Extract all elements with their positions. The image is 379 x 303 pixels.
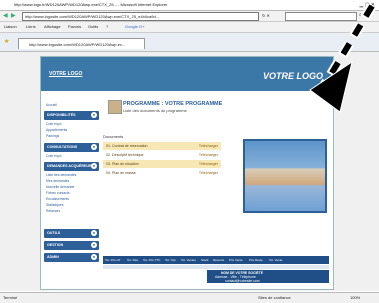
expand-icon: ● bbox=[91, 230, 97, 236]
expand-icon: ● bbox=[91, 242, 97, 248]
logo-large: VOTRE LOGO bbox=[262, 71, 323, 81]
menu-file[interactable]: Liaison bbox=[4, 24, 17, 29]
nav-group-disponibilites[interactable]: DISPONIBILITÉS ● bbox=[44, 111, 99, 120]
contact-block: NOM DE VOTRE SOCIÉTÉ Adresse - Ville - T… bbox=[207, 270, 329, 283]
menu-links[interactable]: Liens bbox=[26, 24, 36, 29]
nav-item[interactable]: Fiches contacts bbox=[46, 191, 70, 195]
status-text: Terminé bbox=[3, 295, 18, 300]
status-bar: Terminé Sites de confiance 100% bbox=[0, 292, 379, 303]
nav-group-gestion[interactable]: GESTION ● bbox=[44, 241, 99, 250]
page-title: PROGRAMME : VOTRE PROGRAMME bbox=[123, 101, 223, 107]
search-icon[interactable]: ⌕ bbox=[359, 12, 362, 18]
nav-item[interactable]: Nouvelle demande bbox=[46, 185, 74, 189]
window-title: http://www.logo.fr/WD120AWP/WD120Awp.exe… bbox=[14, 2, 168, 7]
forward-icon[interactable]: ▶ bbox=[11, 12, 16, 19]
nav-item[interactable]: Encaissements bbox=[46, 197, 69, 201]
nav-group-outils[interactable]: OUTILS ● bbox=[44, 229, 99, 238]
trusted-sites: Sites de confiance bbox=[258, 295, 291, 300]
page-viewport: VOTRE LOGO VOTRE LOGO Accueil DISPONIBIL… bbox=[0, 52, 379, 291]
favorites-star-icon[interactable]: ★ bbox=[4, 38, 9, 45]
tab-active[interactable]: http://www.logosite.com/WD120AWP/WD120Aw… bbox=[18, 38, 145, 49]
zoom-level[interactable]: 100% bbox=[350, 295, 360, 300]
url-input[interactable]: http://www.logosite.com/WD120AWP/WD120Aw… bbox=[22, 12, 259, 21]
nav-item[interactable]: Mes demandes bbox=[46, 179, 69, 183]
google-toolbar[interactable]: Google G+ bbox=[125, 24, 144, 29]
menu-tools[interactable]: Outils bbox=[88, 24, 98, 29]
left-navigation: Accueil DISPONIBILITÉS ● Cote expo Appart… bbox=[41, 99, 99, 279]
main-content: PROGRAMME : VOTRE PROGRAMME Liste des do… bbox=[103, 99, 328, 249]
program-photo bbox=[243, 139, 327, 213]
download-link[interactable]: Télécharger bbox=[199, 153, 218, 157]
download-link[interactable]: Télécharger bbox=[199, 171, 218, 175]
nav-group-consultations[interactable]: CONSULTATIONS ● bbox=[44, 143, 99, 152]
expand-icon: ● bbox=[91, 112, 97, 118]
search-input[interactable] bbox=[285, 12, 357, 21]
address-bar: ◀ ▶ http://www.logosite.com/WD120AWP/WD1… bbox=[0, 11, 379, 22]
contact-email[interactable]: contact@votresite.com bbox=[225, 279, 260, 283]
nav-item[interactable]: Relances bbox=[46, 209, 60, 213]
back-icon[interactable]: ◀ bbox=[3, 12, 8, 19]
nav-item[interactable]: Liste des demandes bbox=[46, 173, 76, 177]
logo-small[interactable]: VOTRE LOGO bbox=[49, 71, 82, 77]
expand-icon: ● bbox=[91, 163, 97, 169]
document-row[interactable]: 03. Plan de situation Télécharger bbox=[103, 160, 221, 168]
document-row[interactable]: 02. Descriptif technique Télécharger bbox=[103, 151, 221, 159]
download-link[interactable]: Télécharger bbox=[199, 162, 218, 166]
program-thumbnail bbox=[108, 100, 122, 114]
expand-icon: ● bbox=[91, 254, 97, 260]
download-link[interactable]: Télécharger bbox=[199, 144, 218, 148]
document-row[interactable]: 01. Contrat de réservation Télécharger bbox=[103, 142, 221, 150]
document-row[interactable]: 04. Plan de masse Télécharger bbox=[103, 169, 221, 177]
nav-item[interactable]: Parkings bbox=[46, 134, 59, 138]
menu-favorites[interactable]: Favoris bbox=[68, 24, 81, 29]
page-subtitle: Liste des documents du programme bbox=[123, 108, 187, 113]
nav-item[interactable]: Cote expo bbox=[46, 122, 61, 126]
nav-group-demandes[interactable]: DEMANDES ACQUÉREURS ● bbox=[44, 162, 99, 171]
window-controls[interactable]: ▁ ▢ ✕ bbox=[359, 2, 375, 8]
nav-item[interactable]: Cote expo bbox=[46, 154, 61, 158]
site-frame: VOTRE LOGO VOTRE LOGO Accueil DISPONIBIL… bbox=[40, 56, 334, 290]
totals-row bbox=[103, 265, 329, 269]
site-header: VOTRE LOGO VOTRE LOGO bbox=[41, 57, 333, 91]
site-footer: Tot. Prix HT Tot. Rés. Tot. Prix TTC Tot… bbox=[103, 254, 329, 284]
nav-group-admin[interactable]: ADMIN ● bbox=[44, 253, 99, 262]
totals-header: Tot. Prix HT Tot. Rés. Tot. Prix TTC Tot… bbox=[103, 256, 329, 264]
menu-bar: Liaison Liens Affichage Favoris Outils ?… bbox=[0, 22, 379, 33]
refresh-icon[interactable]: ↻ ✕ bbox=[262, 13, 270, 18]
menu-help[interactable]: ? bbox=[106, 24, 108, 29]
window-titlebar: http://www.logo.fr/WD120AWP/WD120Awp.exe… bbox=[0, 0, 379, 11]
nav-item[interactable]: Statistiques bbox=[46, 203, 64, 207]
tab-bar: ★ http://www.logosite.com/WD120AWP/WD120… bbox=[0, 33, 379, 52]
nav-home[interactable]: Accueil bbox=[46, 103, 57, 107]
expand-icon: ● bbox=[91, 144, 97, 150]
nav-item[interactable]: Appartements bbox=[46, 128, 67, 132]
documents-label: Documents bbox=[103, 134, 124, 139]
menu-view[interactable]: Affichage bbox=[44, 24, 61, 29]
